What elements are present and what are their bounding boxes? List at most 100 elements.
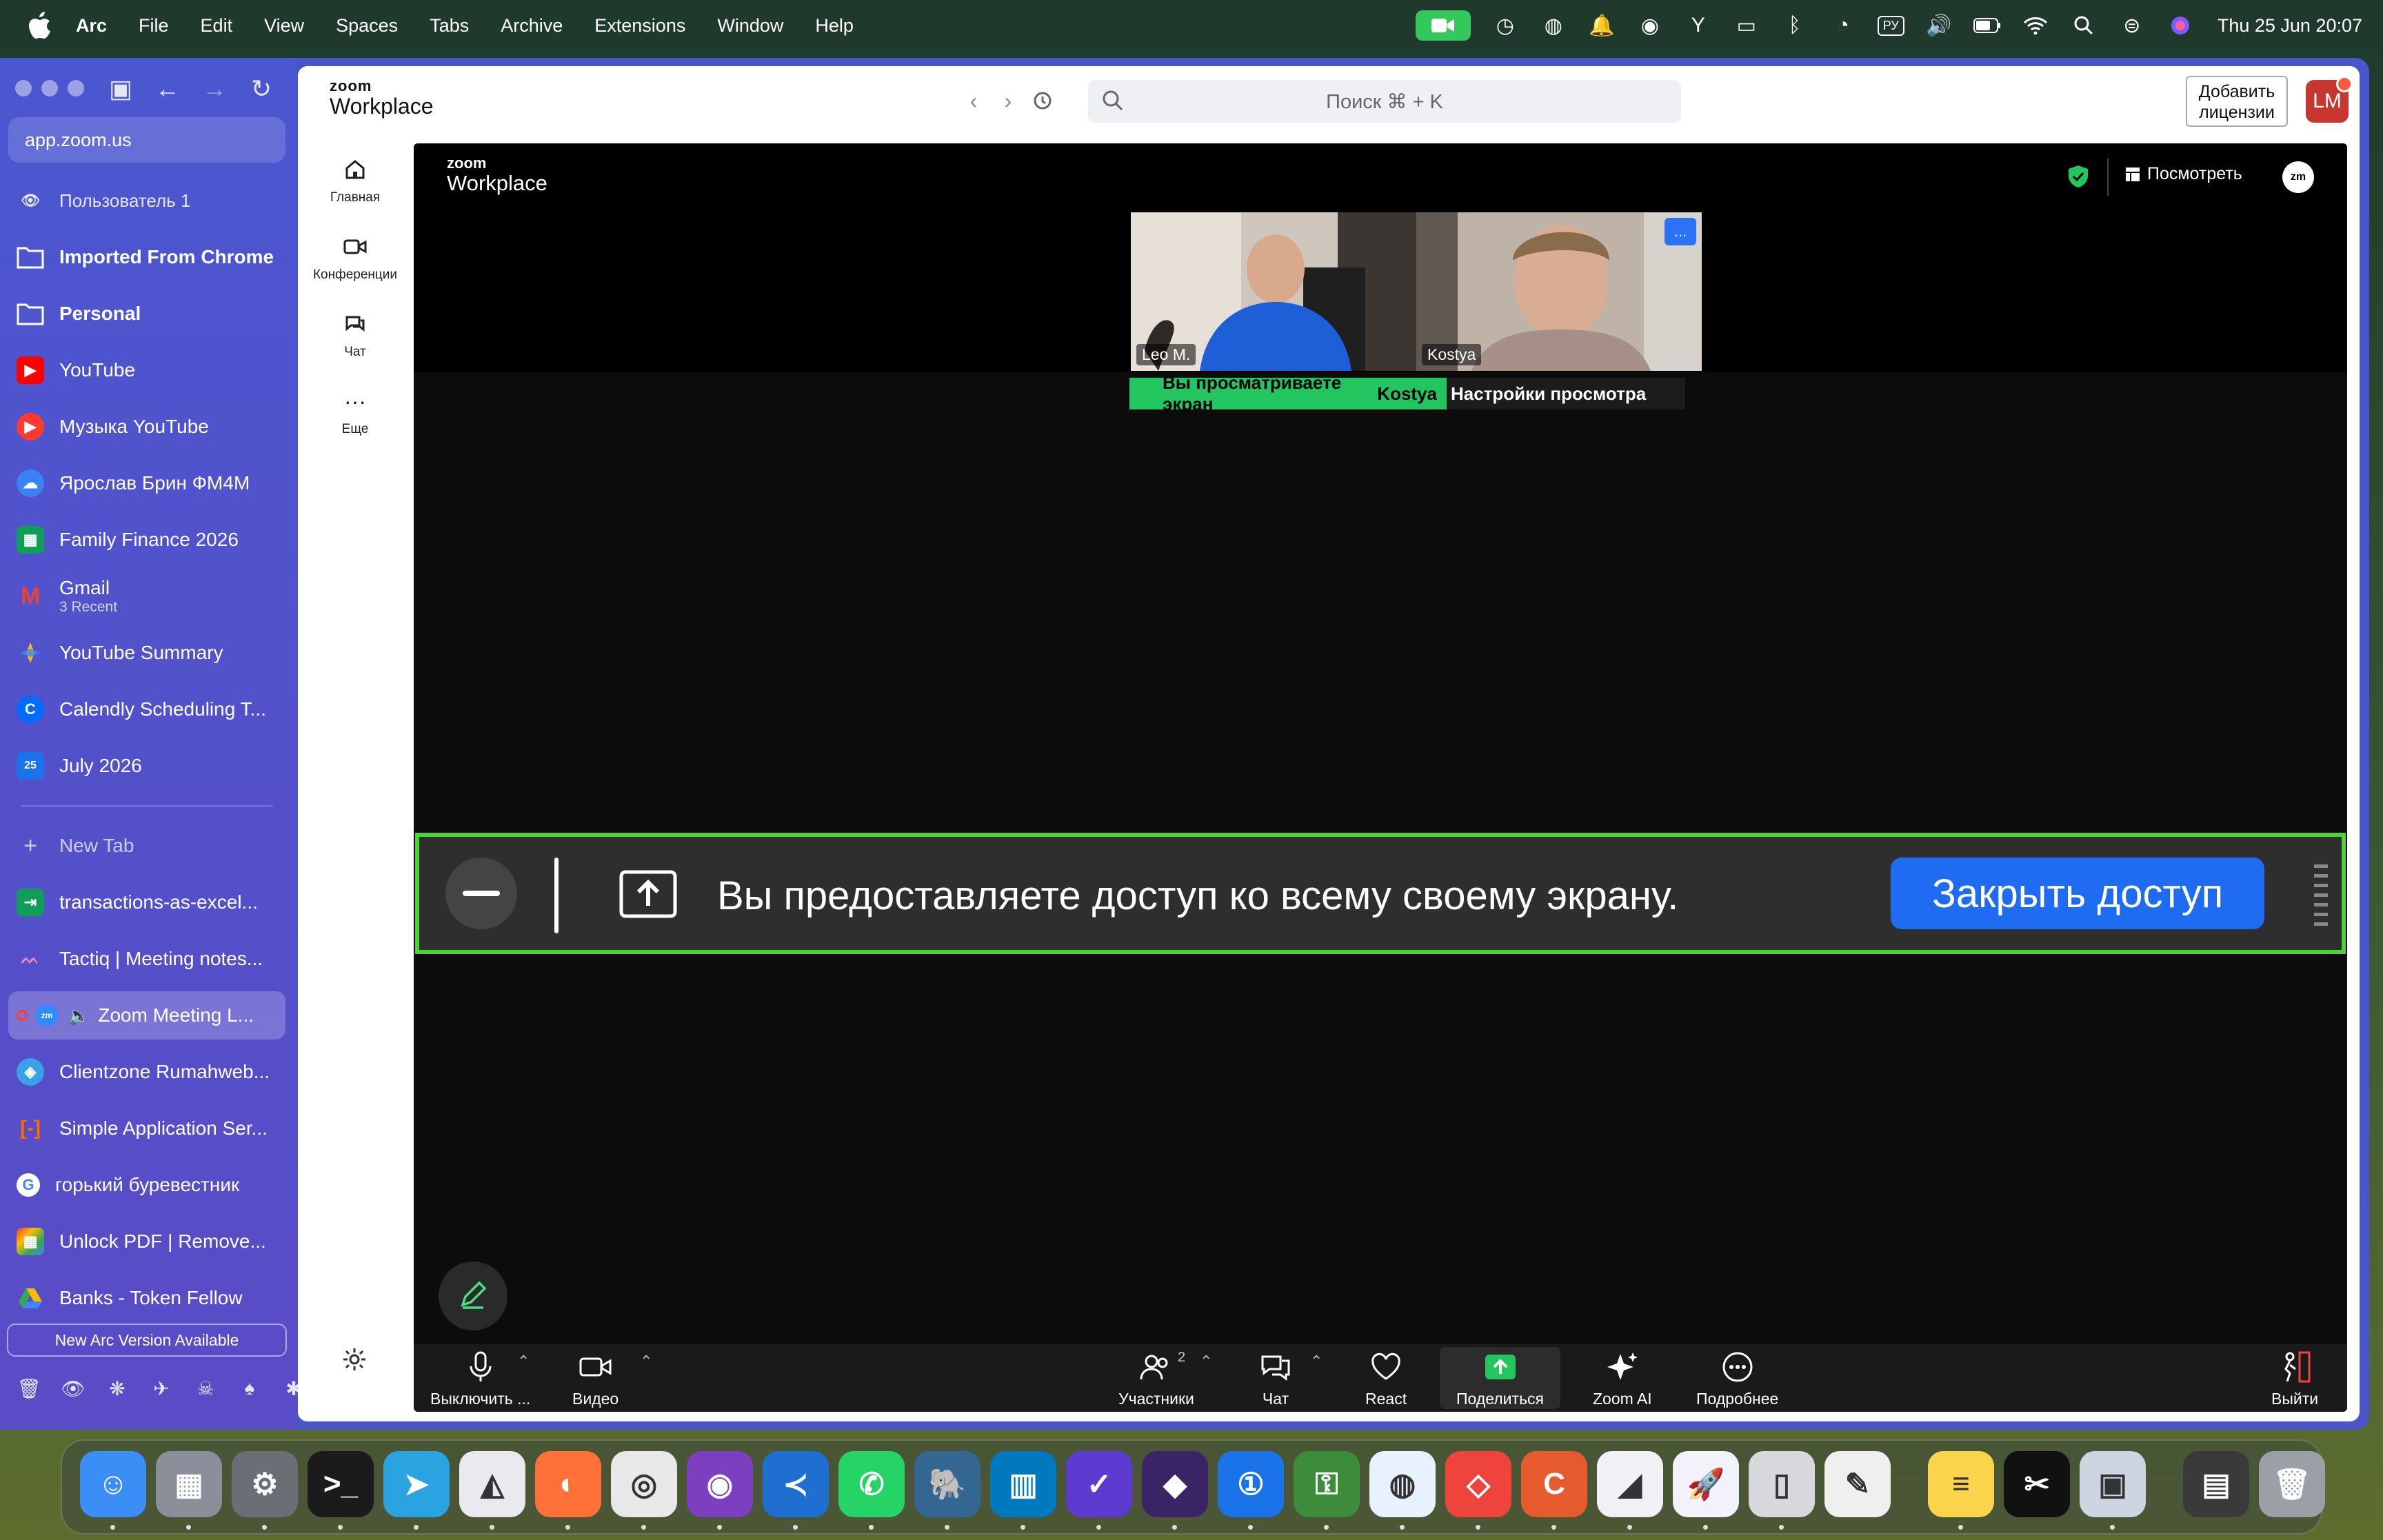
participants-options-caret[interactable]: ⌃ xyxy=(1200,1352,1212,1370)
sidebar-tab-transactions[interactable]: ⇥ transactions-as-excel... xyxy=(8,878,285,926)
trash-icon[interactable]: 🗑 xyxy=(2259,1451,2325,1517)
chat-button[interactable]: Чат xyxy=(1256,1350,1295,1408)
launchpad-icon[interactable]: ▦ xyxy=(156,1451,222,1517)
menu-help[interactable]: Help xyxy=(815,15,854,37)
rocket-icon[interactable]: 🚀 xyxy=(1673,1451,1739,1517)
zoom-apps-icon[interactable]: zm xyxy=(2282,161,2314,193)
leave-button[interactable]: Выйти xyxy=(2271,1350,2318,1408)
control-center-icon[interactable]: ⊜ xyxy=(2118,12,2146,39)
drag-handle-icon[interactable] xyxy=(2314,864,2328,926)
zoom-workplace-logo[interactable]: zoom Workplace xyxy=(330,77,434,119)
stop-share-button[interactable]: Закрыть доступ xyxy=(1891,858,2264,929)
clock-icon[interactable]: ◔ xyxy=(1829,12,1857,39)
sidebar-item-youtube-summary[interactable]: YouTube Summary xyxy=(8,629,285,677)
camera-in-use-icon[interactable] xyxy=(1415,10,1471,41)
time-machine-icon[interactable]: ◷ xyxy=(1491,12,1519,39)
menu-spaces[interactable]: Spaces xyxy=(336,15,398,37)
system-settings-icon[interactable]: ⚙ xyxy=(232,1451,298,1517)
more-button[interactable]: Подробнее xyxy=(1696,1350,1778,1408)
menu-window[interactable]: Window xyxy=(717,15,783,37)
view-options-button[interactable]: Настройки просмотра xyxy=(1447,378,1685,409)
arc-icon[interactable]: ◢ xyxy=(1597,1451,1663,1517)
space-eye-icon[interactable]: 👁 xyxy=(59,1375,87,1402)
nav-more[interactable]: ··· Еще xyxy=(298,387,412,437)
close-window-button[interactable] xyxy=(15,80,32,97)
sidebar-tab-unlock-pdf[interactable]: ▦ Unlock PDF | Remove... xyxy=(8,1217,285,1266)
search-icon[interactable] xyxy=(2070,12,2098,39)
tile-more-button[interactable]: ... xyxy=(1665,218,1696,245)
keepass-icon[interactable]: ⚿ xyxy=(1294,1451,1360,1517)
sidebar-folder-imported[interactable]: Imported From Chrome xyxy=(8,233,285,281)
nav-chat[interactable]: Чат xyxy=(298,310,412,360)
mute-button[interactable]: Выключить ... xyxy=(430,1350,530,1408)
folder-stack-icon[interactable]: ▤ xyxy=(2183,1451,2249,1517)
archive-icon[interactable]: 🗑 xyxy=(15,1375,43,1402)
menu-clock[interactable]: Thu 25 Jun 20:07 xyxy=(2218,15,2362,37)
url-bar[interactable]: app.zoom.us xyxy=(8,117,285,163)
firefox-icon[interactable]: ◐ xyxy=(535,1451,601,1517)
sidebar-item-youtube-music[interactable]: ▶ Музыка YouTube xyxy=(8,403,285,451)
space-pine-icon[interactable]: ♠ xyxy=(236,1375,263,1402)
obsidian-icon[interactable]: ◆ xyxy=(1142,1451,1208,1517)
battery-icon[interactable] xyxy=(1973,12,2001,39)
participant-tile-leo[interactable]: Leo M. xyxy=(1131,212,1416,371)
textedit-icon[interactable]: ✎ xyxy=(1824,1451,1891,1517)
react-button[interactable]: React xyxy=(1365,1350,1407,1408)
encryption-shield-icon[interactable] xyxy=(2066,164,2091,189)
zoom-window-button[interactable] xyxy=(68,80,84,97)
zoom-ai-button[interactable]: Zoom AI xyxy=(1593,1350,1652,1408)
reload-icon[interactable]: ↻ xyxy=(244,72,279,106)
user-avatar[interactable]: LM xyxy=(2306,76,2353,123)
space-skull-icon[interactable]: ☠ xyxy=(192,1375,219,1402)
nav-meetings[interactable]: Конференции xyxy=(298,233,412,283)
menu-file[interactable]: File xyxy=(139,15,169,37)
back-arrow-icon[interactable]: ← xyxy=(150,72,185,106)
siri-icon[interactable] xyxy=(2166,12,2194,39)
sidebar-item-profile[interactable]: 👁 Пользователь 1 xyxy=(8,176,285,225)
screenshot-icon[interactable]: ▣ xyxy=(2080,1451,2146,1517)
tasks-icon[interactable]: ✓ xyxy=(1066,1451,1132,1517)
wifi-icon[interactable] xyxy=(2022,12,2049,39)
toggle-sidebar-icon[interactable]: ▣ xyxy=(103,72,138,106)
zoom-search-input[interactable]: Поиск ⌘ + K xyxy=(1088,80,1681,123)
display-icon[interactable]: ▭ xyxy=(1733,12,1760,39)
whatsapp-icon[interactable]: ✆ xyxy=(838,1451,905,1517)
account-icon[interactable]: ◉ xyxy=(1636,12,1664,39)
keyboard-layout-badge[interactable]: РУ xyxy=(1877,15,1904,36)
sidebar-tab-rumahweb[interactable]: ◈ Clientzone Rumahweb... xyxy=(8,1048,285,1096)
sidebar-item-youtube[interactable]: ▶ YouTube xyxy=(8,346,285,394)
sidebar-item-gmail[interactable]: M Gmail 3 Recent xyxy=(8,572,285,620)
audio-options-caret[interactable]: ⌃ xyxy=(517,1352,530,1370)
space-bird-icon[interactable]: ✈ xyxy=(148,1375,175,1402)
affinity-icon[interactable]: ◭ xyxy=(459,1451,525,1517)
sidebar-tab-google-search[interactable]: G горький буревестник xyxy=(8,1161,285,1209)
sidebar-item-calendly[interactable]: C Calendly Scheduling T... xyxy=(8,685,285,733)
terminal-icon[interactable]: >_ xyxy=(308,1451,374,1517)
capcut-icon[interactable]: ✂ xyxy=(2004,1451,2070,1517)
vpn-icon[interactable]: ◍ xyxy=(1540,12,1567,39)
video-button[interactable]: Видео xyxy=(572,1350,619,1408)
nav-home[interactable]: Главная xyxy=(298,156,412,205)
claude-icon[interactable]: C xyxy=(1521,1451,1587,1517)
menu-extensions[interactable]: Extensions xyxy=(594,15,685,37)
volume-icon[interactable]: 🔊 xyxy=(1925,12,1953,39)
sidebar-item-family-finance[interactable]: ▦ Family Finance 2026 xyxy=(8,516,285,564)
menu-archive[interactable]: Archive xyxy=(501,15,563,37)
apple-icon[interactable] xyxy=(25,10,55,41)
menu-view[interactable]: View xyxy=(264,15,304,37)
sidebar-tab-tactiq[interactable]: ᨓ Tactiq | Meeting notes... xyxy=(8,935,285,983)
sidebar-tab-banks[interactable]: Banks - Token Fellow xyxy=(8,1274,285,1322)
gear-icon[interactable] xyxy=(341,1346,371,1376)
antenna-icon[interactable]: Y xyxy=(1685,12,1712,39)
sidebar-item-calendar[interactable]: 25 July 2026 xyxy=(8,742,285,790)
new-tab-button[interactable]: + New Tab xyxy=(8,822,285,870)
postgres-icon[interactable]: 🐘 xyxy=(914,1451,981,1517)
new-arc-version-button[interactable]: New Arc Version Available xyxy=(7,1324,287,1357)
share-button[interactable]: Поделиться xyxy=(1440,1347,1561,1409)
trello-icon[interactable]: ▥ xyxy=(990,1451,1056,1517)
view-button[interactable]: Посмотреть xyxy=(2125,164,2242,184)
menu-edit[interactable]: Edit xyxy=(201,15,233,37)
chevron-left-icon[interactable]: ‹ xyxy=(960,87,987,114)
sidebar-tab-zoom-meeting[interactable]: zm 🔈 Zoom Meeting L... xyxy=(8,991,285,1040)
chat-options-caret[interactable]: ⌃ xyxy=(1310,1352,1323,1370)
